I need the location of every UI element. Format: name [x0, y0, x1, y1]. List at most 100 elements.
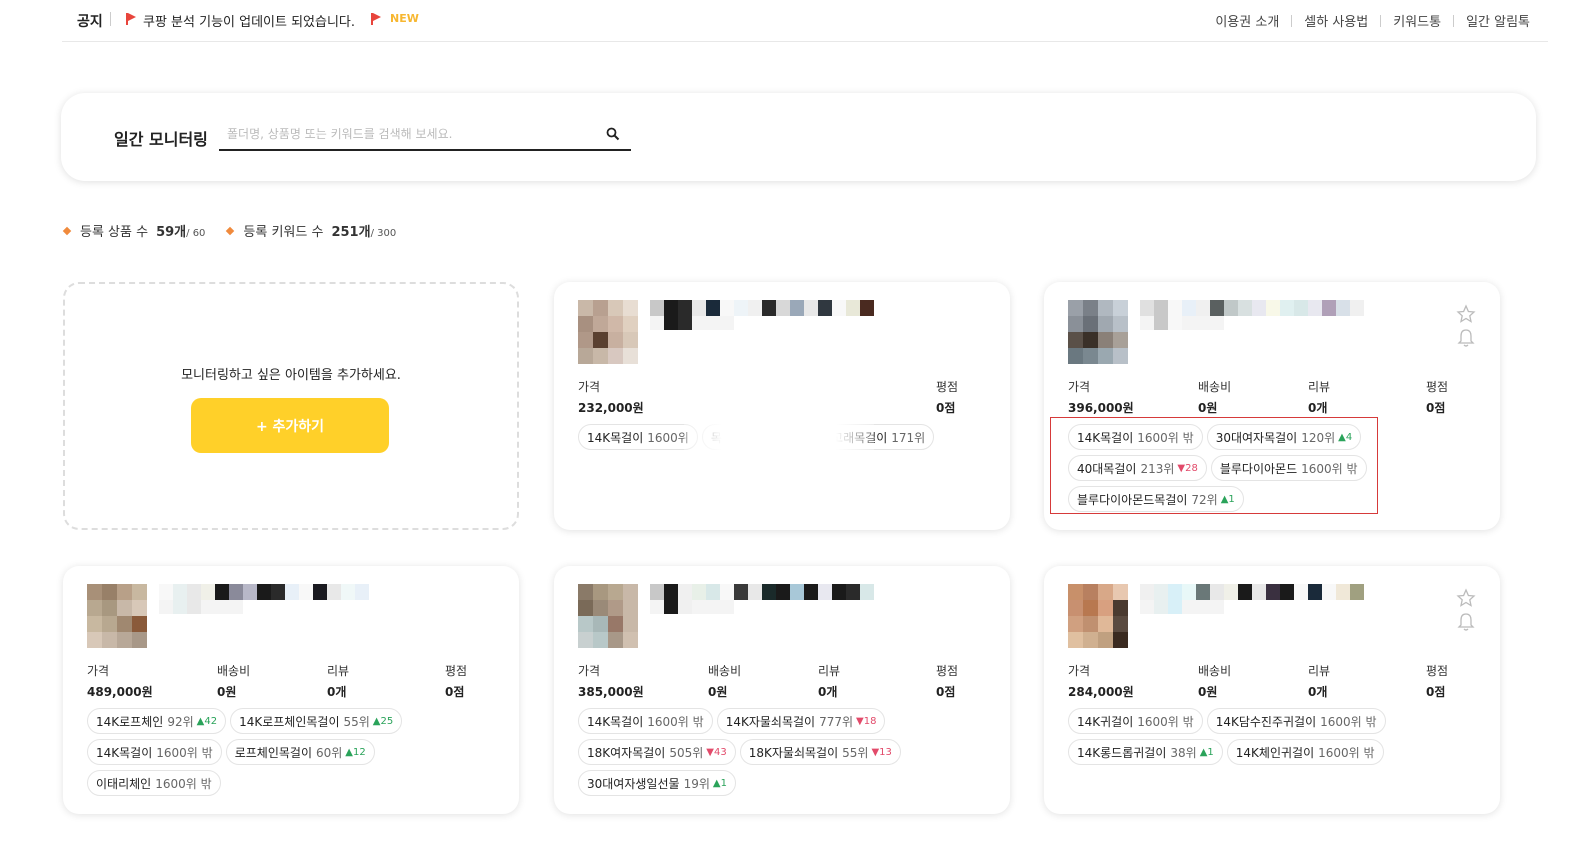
stat-shipping-label: 배송비 [1198, 664, 1232, 678]
product-card[interactable]: 가격 385,000원 배송비 0원 리뷰 0개 평점 0점 14K목걸이 1600위 밖 14K자… [554, 566, 1010, 814]
product-thumbnail[interactable] [87, 584, 147, 648]
stat-rating: 평점 0점 [445, 662, 467, 700]
product-card[interactable]: 가격 489,000원 배송비 0원 리뷰 0개 평점 0점 14K로프체인 92위 ▲ 42 14K로… [63, 566, 519, 814]
product-subtitle-redacted [159, 600, 243, 614]
keyword-tag[interactable]: 14K롱드롭귀걸이 38위 ▲ 1 [1068, 739, 1223, 765]
stat-rating-value: 0점 [445, 685, 465, 699]
stat-rating-label: 평점 [936, 664, 959, 678]
keyword-text: 18K여자목걸이 [587, 745, 666, 760]
stat-price-label: 가격 [87, 664, 110, 678]
nav-divider [1453, 14, 1455, 27]
keyword-rank: 777위 [819, 714, 854, 729]
keyword-tag[interactable]: 14K자물쇠목걸이 777위 ▼ 18 [716, 708, 886, 734]
nav-link-guide[interactable]: 셀하 사용법 [1304, 11, 1368, 30]
notice-divider [110, 12, 111, 26]
stat-shipping-value: 0원 [1198, 685, 1218, 699]
stat-review: 리뷰 0개 [1308, 662, 1330, 700]
stat-price-value: 396,000원 [1068, 401, 1134, 415]
stat-price-label: 가격 [578, 380, 601, 394]
stat-rating: 평점 0점 [936, 378, 958, 416]
stat-price-label: 가격 [1068, 664, 1091, 678]
product-thumbnail[interactable] [578, 584, 638, 648]
search-input[interactable] [219, 119, 631, 151]
keyword-tag[interactable]: 14K담수진주귀걸이 1600위 밖 [1206, 708, 1386, 734]
star-icon[interactable] [1456, 304, 1476, 324]
rank-up-icon: ▲ [196, 715, 205, 727]
keyword-rank: 1600위 밖 [1320, 714, 1377, 729]
rank-delta: 43 [714, 746, 727, 758]
stat-shipping: 배송비 0원 [708, 662, 741, 700]
keyword-tag[interactable]: 로프체인목걸이 60위 ▲ 12 [225, 739, 375, 765]
keyword-text: 로프체인목걸이 [234, 745, 312, 760]
rank-up-icon: ▲ [712, 777, 721, 789]
search-icon[interactable] [606, 127, 620, 141]
stat-shipping: 배송비 0원 [217, 662, 250, 700]
keyword-tag[interactable]: 18K자물쇠목걸이 55위 ▼ 13 [739, 739, 901, 765]
stat-shipping-label: 배송비 [708, 664, 742, 678]
keyword-tag[interactable]: 14K귀걸이 1600위 밖 [1068, 708, 1203, 734]
product-card[interactable]: 가격 284,000원 배송비 0원 리뷰 0개 평점 0점 14K귀걸이 1600위 밖 14K담… [1044, 566, 1500, 814]
stat-rating-label: 평점 [936, 380, 959, 394]
keyword-tag[interactable]: 18K여자목걸이 505위 ▼ 43 [578, 739, 736, 765]
product-count-max: / 60 [186, 228, 206, 239]
keyword-rank: 55위 [343, 714, 370, 729]
keyword-text: 이태리체인 [96, 776, 152, 791]
product-card[interactable]: 가격232,000원평점0점14K목걸이1600위목걸이180위▼2돌고래목걸이… [554, 282, 1010, 530]
keyword-rank: 171위 [891, 430, 926, 445]
product-stats: 가격 489,000원 배송비 0원 리뷰 0개 평점 0점 [87, 662, 479, 700]
keyword-rank: 60위 [315, 745, 343, 760]
keyword-text: 14K목걸이 [96, 745, 153, 760]
stat-price-label: 가격 [1068, 380, 1091, 394]
nav-divider [1291, 14, 1293, 27]
product-subtitle-redacted [1140, 316, 1224, 330]
top-nav: 이용권 소개 셀하 사용법 키워드통 일간 알림톡 [1215, 11, 1530, 30]
product-thumbnail[interactable] [1068, 300, 1128, 364]
redaction-patch [724, 370, 874, 410]
keyword-text: 14K롱드롭귀걸이 [1077, 745, 1167, 760]
keyword-tag[interactable]: 14K목걸이 1600위 밖 [87, 739, 222, 765]
keyword-text: 14K자물쇠목걸이 [725, 714, 816, 729]
product-thumbnail[interactable] [1068, 584, 1128, 648]
stat-rating-value: 0점 [936, 685, 956, 699]
keyword-tag[interactable]: 14K목걸이 1600위 [578, 424, 698, 450]
keyword-rank: 55위 [842, 745, 869, 760]
stat-review: 리뷰 0개 [1308, 378, 1330, 416]
keyword-tag[interactable]: 30대여자생일선물 19위 ▲ 1 [578, 770, 736, 796]
stat-rating-label: 평점 [1426, 664, 1449, 678]
nav-link-pricing[interactable]: 이용권 소개 [1215, 11, 1279, 30]
keyword-tag[interactable]: 14K로프체인목걸이 55위 ▲ 25 [230, 708, 403, 734]
star-icon[interactable] [1456, 588, 1476, 608]
add-item-button[interactable]: + 추가하기 [191, 398, 389, 453]
stat-rating: 평점 0점 [1426, 662, 1448, 700]
keyword-tag[interactable]: 14K체인귀걸이 1600위 밖 [1226, 739, 1384, 765]
stat-rating: 평점 0점 [936, 662, 958, 700]
notice-bar: 공지 쿠팡 분석 기능이 업데이트 되었습니다. NEW 이용권 소개 셀하 사… [62, 0, 1548, 42]
bullet-icon [226, 226, 235, 236]
bell-icon[interactable] [1457, 328, 1475, 348]
new-badge: NEW [390, 12, 419, 25]
keyword-text: 30대여자생일선물 [587, 776, 680, 791]
nav-link-alimtalk[interactable]: 일간 알림톡 [1466, 11, 1530, 30]
flag-icon [370, 13, 382, 25]
product-stats: 가격 396,000원 배송비 0원 리뷰 0개 평점 0점 [1068, 378, 1460, 416]
keyword-tag[interactable]: 14K목걸이 1600위 밖 [578, 708, 713, 734]
product-thumbnail[interactable] [578, 300, 638, 364]
stat-shipping-value: 0원 [708, 685, 728, 699]
add-item-card: 모니터링하고 싶은 아이템을 추가하세요. + 추가하기 [63, 282, 519, 530]
notice-text[interactable]: 쿠팡 분석 기능이 업데이트 되었습니다. [143, 11, 355, 30]
product-count-label: 등록 상품 수 [80, 225, 149, 240]
page-title: 일간 모니터링 [114, 130, 208, 149]
keyword-text: 14K귀걸이 [1077, 714, 1134, 729]
rank-down-icon: ▼ [706, 746, 714, 758]
keyword-tag[interactable]: 이태리체인 1600위 밖 [87, 770, 221, 796]
keyword-tag[interactable]: 14K로프체인 92위 ▲ 42 [87, 708, 227, 734]
nav-divider [1380, 14, 1382, 27]
keyword-rank: 1600위 [647, 430, 689, 445]
stat-price-value: 385,000원 [578, 685, 644, 699]
notice-label: 공지 [77, 14, 103, 30]
stat-price-value: 232,000원 [578, 401, 644, 415]
bell-icon[interactable] [1457, 612, 1475, 632]
stat-shipping-label: 배송비 [217, 664, 251, 678]
stat-shipping-value: 0원 [1198, 401, 1218, 415]
nav-link-keyword[interactable]: 키워드통 [1393, 11, 1441, 30]
